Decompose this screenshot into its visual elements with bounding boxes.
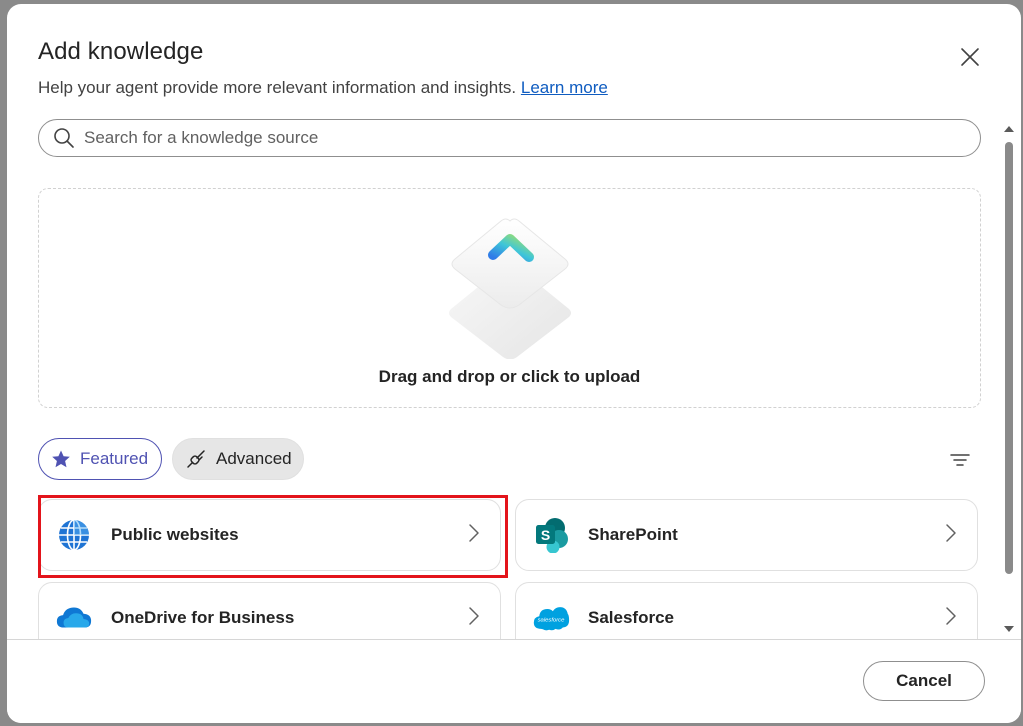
source-sharepoint[interactable]: S SharePoint bbox=[515, 499, 978, 571]
filter-advanced[interactable]: Advanced bbox=[172, 438, 304, 480]
filter-featured[interactable]: Featured bbox=[38, 438, 162, 480]
chevron-right-icon bbox=[946, 524, 956, 542]
chevron-right-icon bbox=[946, 607, 956, 625]
upload-icon bbox=[449, 218, 571, 359]
filter-advanced-label: Advanced bbox=[216, 449, 292, 468]
dialog-subtitle: Help your agent provide more relevant in… bbox=[38, 78, 608, 98]
dialog-title: Add knowledge bbox=[38, 38, 204, 65]
globe-icon bbox=[59, 519, 89, 551]
chevron-right-icon bbox=[469, 607, 479, 625]
close-icon bbox=[961, 48, 979, 66]
star-icon bbox=[52, 450, 70, 468]
scrollbar[interactable] bbox=[1003, 124, 1017, 639]
source-label: OneDrive for Business bbox=[111, 608, 295, 627]
onedrive-icon bbox=[56, 607, 92, 628]
source-label: Salesforce bbox=[588, 608, 674, 627]
salesforce-icon: salesforce bbox=[533, 607, 570, 631]
chevron-right-icon bbox=[469, 524, 479, 542]
svg-text:salesforce: salesforce bbox=[538, 618, 566, 624]
filter-icon bbox=[950, 454, 970, 466]
sharepoint-icon: S bbox=[536, 518, 568, 553]
close-button[interactable] bbox=[955, 42, 985, 72]
dialog-footer: Cancel bbox=[7, 639, 1021, 723]
scroll-thumb[interactable] bbox=[1005, 142, 1013, 574]
search-box bbox=[38, 119, 981, 157]
cancel-button[interactable]: Cancel bbox=[863, 661, 985, 701]
filter-button[interactable] bbox=[946, 446, 974, 474]
search-input[interactable] bbox=[84, 128, 944, 148]
subtitle-text: Help your agent provide more relevant in… bbox=[38, 78, 517, 97]
source-label: Public websites bbox=[111, 525, 239, 544]
learn-more-link[interactable]: Learn more bbox=[521, 78, 608, 97]
svg-text:S: S bbox=[541, 527, 550, 543]
filter-featured-label: Featured bbox=[80, 449, 149, 468]
search-icon bbox=[54, 128, 74, 148]
scroll-down-icon bbox=[1004, 626, 1014, 632]
plug-icon bbox=[187, 450, 205, 468]
upload-text: Drag and drop or click to upload bbox=[378, 367, 641, 386]
add-knowledge-dialog: Add knowledge Help your agent provide mo… bbox=[7, 4, 1021, 723]
source-label: SharePoint bbox=[588, 525, 678, 544]
upload-dropzone[interactable]: Drag and drop or click to upload bbox=[38, 188, 981, 408]
source-public-websites[interactable]: Public websites bbox=[38, 499, 501, 571]
scroll-up-icon bbox=[1004, 126, 1014, 132]
